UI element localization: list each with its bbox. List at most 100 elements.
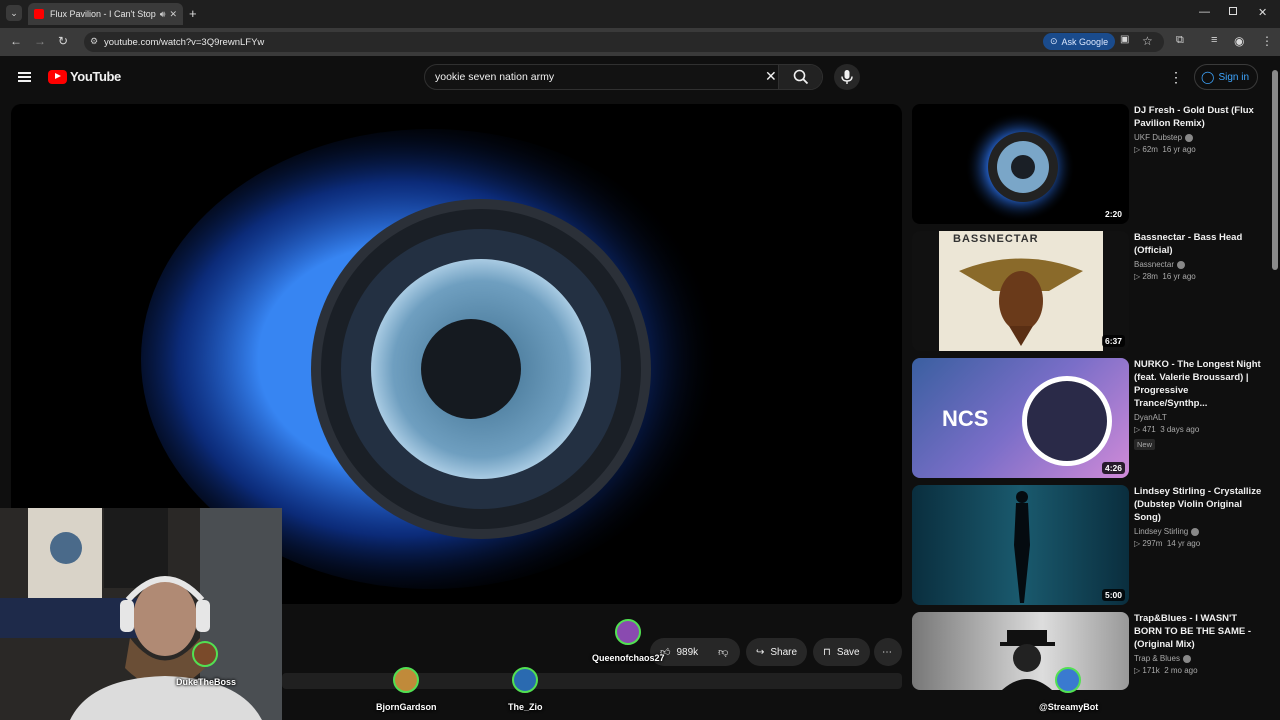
view-count: 28m bbox=[1142, 272, 1158, 281]
new-tab-icon[interactable]: + bbox=[189, 6, 197, 21]
share-label: Share bbox=[770, 646, 798, 658]
video-title[interactable]: DJ Fresh - Gold Dust (Flux Pavilion Remi… bbox=[1134, 104, 1262, 130]
viewer-avatar bbox=[192, 641, 218, 667]
ncs-logo-text: NCS bbox=[942, 406, 989, 431]
video-thumbnail[interactable] bbox=[912, 612, 1129, 690]
video-thumbnail[interactable]: 2:20 bbox=[912, 104, 1129, 224]
viewer-name: @StreamyBot bbox=[1039, 702, 1099, 712]
video-title[interactable]: Trap&Blues - I WASN'T BORN TO BE THE SAM… bbox=[1134, 612, 1262, 651]
save-label: Save bbox=[836, 646, 860, 658]
viewer-avatar bbox=[615, 619, 641, 645]
like-count: 989k bbox=[676, 646, 699, 658]
menu-hamburger-icon[interactable] bbox=[18, 72, 31, 82]
viewer-name: BjornGardson bbox=[376, 702, 437, 712]
tab-list-icon[interactable]: ⌄ bbox=[6, 5, 22, 21]
back-icon[interactable]: ← bbox=[10, 34, 22, 48]
description-bar[interactable] bbox=[282, 673, 902, 689]
new-badge: New bbox=[1134, 439, 1156, 450]
recommendation-item[interactable]: 5:00 Lindsey Stirling - Crystallize (Dub… bbox=[912, 485, 1262, 605]
viewer-name: Queenofchaos27 bbox=[592, 653, 665, 663]
verified-icon bbox=[1191, 527, 1200, 536]
save-button[interactable]: ⊓ Save bbox=[813, 638, 870, 666]
share-icon: ↪ bbox=[756, 646, 765, 658]
viewer-avatar bbox=[393, 667, 419, 693]
search-button[interactable] bbox=[778, 65, 822, 89]
microphone-icon bbox=[841, 70, 853, 84]
duration-badge: 4:26 bbox=[1101, 462, 1125, 474]
more-options-icon[interactable]: ⋮ bbox=[1169, 69, 1183, 86]
more-horizontal-icon: ⋯ bbox=[882, 646, 892, 658]
channel-name[interactable]: Bassnectar bbox=[1134, 260, 1174, 269]
ring-visual bbox=[1022, 376, 1112, 466]
close-window-icon[interactable]: ✕ bbox=[1258, 6, 1267, 19]
minimize-icon[interactable]: — bbox=[1199, 6, 1210, 18]
upload-age: 2 mo ago bbox=[1164, 666, 1198, 675]
viewer-avatar bbox=[1055, 667, 1081, 693]
browser-tab-active[interactable]: Flux Pavilion - I Can't Stop 🔊︎ ✕ bbox=[28, 3, 183, 25]
forward-icon[interactable]: → bbox=[34, 34, 46, 48]
address-field[interactable]: ⚙ youtube.com/watch?v=3Q9rewnLFYw bbox=[84, 32, 1164, 52]
browser-menu-icon[interactable]: ⋮ bbox=[1261, 34, 1273, 48]
viewer-name: The_Zio bbox=[508, 702, 543, 712]
sign-in-label: Sign in bbox=[1218, 71, 1250, 83]
thumbs-down-icon[interactable]: 👎︎ bbox=[718, 646, 728, 658]
search-icon bbox=[793, 69, 809, 85]
channel-name[interactable]: Lindsey Stirling bbox=[1134, 527, 1188, 536]
youtube-logo[interactable]: YouTube bbox=[48, 69, 121, 84]
account-icon: ◯ bbox=[1201, 70, 1215, 84]
video-title[interactable]: NURKO - The Longest Night (feat. Valerie… bbox=[1134, 358, 1262, 410]
clear-search-icon[interactable]: ✕ bbox=[765, 68, 777, 85]
browser-tab-bar: ⌄ Flux Pavilion - I Can't Stop 🔊︎ ✕ + — … bbox=[0, 0, 1280, 28]
hat-man-visual bbox=[1000, 630, 1055, 690]
video-thumbnail[interactable]: 5:00 bbox=[912, 485, 1129, 605]
more-actions-button[interactable]: ⋯ bbox=[874, 638, 902, 666]
ask-google-label: Ask Google bbox=[1061, 36, 1109, 47]
site-info-icon[interactable]: ⚙ bbox=[90, 36, 98, 47]
channel-name[interactable]: DyanALT bbox=[1134, 413, 1167, 422]
reload-icon[interactable]: ↻ bbox=[58, 34, 68, 48]
extensions-icon[interactable]: ⧉ bbox=[1176, 34, 1184, 47]
search-input[interactable]: yookie seven nation army bbox=[435, 71, 554, 83]
voice-search-button[interactable] bbox=[834, 64, 860, 90]
page-scrollbar[interactable] bbox=[1270, 56, 1280, 720]
viewer-avatar bbox=[512, 667, 538, 693]
video-thumbnail[interactable]: NCS 4:26 bbox=[912, 358, 1129, 478]
install-app-icon[interactable]: ▣ bbox=[1120, 34, 1129, 45]
search-box[interactable]: yookie seven nation army ✕ bbox=[424, 64, 823, 90]
recommendation-item[interactable]: Trap&Blues - I WASN'T BORN TO BE THE SAM… bbox=[912, 612, 1262, 690]
youtube-favicon-icon bbox=[34, 9, 44, 19]
recommendation-item[interactable]: BASSNECTAR 6:37 Bassnectar - Bass Head (… bbox=[912, 231, 1262, 351]
media-control-icon[interactable]: ≡ bbox=[1211, 34, 1217, 46]
recommendation-item[interactable]: NCS 4:26 NURKO - The Longest Night (feat… bbox=[912, 358, 1262, 478]
upload-age: 14 yr ago bbox=[1166, 539, 1201, 548]
video-thumbnail[interactable]: BASSNECTAR 6:37 bbox=[912, 231, 1129, 351]
upload-age: 16 yr ago bbox=[1162, 272, 1196, 281]
sign-in-button[interactable]: ◯ Sign in bbox=[1194, 64, 1258, 90]
viewer-name: DukeTheBoss bbox=[176, 677, 237, 687]
share-button[interactable]: ↪ Share bbox=[746, 638, 808, 666]
channel-name[interactable]: Trap & Blues bbox=[1134, 654, 1180, 663]
bookmark-icon: ⊓ bbox=[823, 646, 831, 658]
ask-google-button[interactable]: ⊙ Ask Google bbox=[1043, 33, 1116, 50]
recommendation-item[interactable]: 2:20 DJ Fresh - Gold Dust (Flux Pavilion… bbox=[912, 104, 1262, 224]
view-count: 171k bbox=[1142, 666, 1160, 675]
restore-icon[interactable] bbox=[1229, 7, 1237, 15]
duration-badge: 2:20 bbox=[1101, 208, 1125, 220]
youtube-logo-text: YouTube bbox=[70, 69, 121, 84]
duration-badge: 6:37 bbox=[1101, 335, 1125, 347]
channel-name[interactable]: UKF Dubstep bbox=[1134, 133, 1182, 142]
bookmark-star-icon[interactable]: ☆ bbox=[1142, 34, 1153, 48]
video-title[interactable]: Bassnectar - Bass Head (Official) bbox=[1134, 231, 1262, 257]
close-tab-icon[interactable]: ✕ bbox=[169, 9, 177, 20]
view-count: 297m bbox=[1142, 539, 1163, 548]
youtube-play-icon bbox=[48, 69, 67, 84]
lens-icon: ⊙ bbox=[1050, 36, 1058, 46]
duration-badge: 5:00 bbox=[1101, 589, 1125, 601]
scrollbar-thumb[interactable] bbox=[1272, 70, 1278, 270]
speaker-icon[interactable]: 🔊︎ bbox=[160, 9, 166, 20]
profile-icon[interactable]: ◉ bbox=[1234, 34, 1244, 48]
silhouette-visual bbox=[1014, 491, 1030, 603]
verified-icon bbox=[1185, 133, 1194, 142]
upload-age: 16 yr ago bbox=[1162, 145, 1196, 154]
video-title[interactable]: Lindsey Stirling - Crystallize (Dubstep … bbox=[1134, 485, 1262, 524]
